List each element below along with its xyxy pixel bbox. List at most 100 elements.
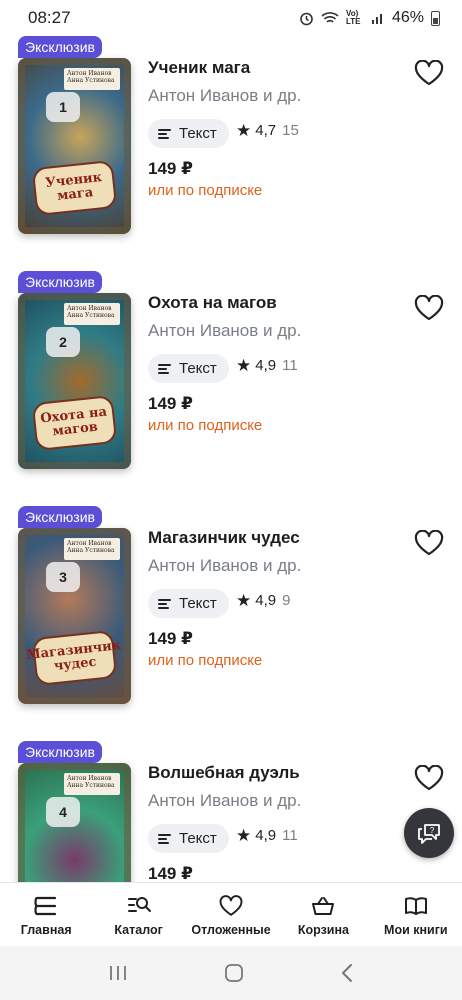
book-card[interactable]: Эксклюзив Антон Иванов Анна Устинова 1 У… bbox=[0, 36, 462, 271]
exclusive-badge: Эксклюзив bbox=[18, 271, 102, 293]
nav-label: Каталог bbox=[114, 923, 163, 937]
book-card[interactable]: Эксклюзив Антон Иванов Анна Устинова 2 О… bbox=[0, 271, 462, 506]
recent-apps-icon[interactable] bbox=[108, 964, 128, 982]
book-title[interactable]: Волшебная дуэль bbox=[148, 763, 300, 783]
price: 149 ₽ bbox=[148, 629, 193, 648]
book-card[interactable]: Эксклюзив Антон Иванов Анна Устинова 4 В… bbox=[0, 741, 462, 882]
heart-icon bbox=[219, 895, 243, 916]
nav-favorites[interactable]: Отложенные bbox=[185, 883, 277, 946]
network-type: Vo) LTE bbox=[345, 9, 361, 26]
book-title[interactable]: Магазинчик чудес bbox=[148, 528, 300, 548]
format-chip: Текст bbox=[148, 824, 229, 853]
star-icon: ★ bbox=[236, 591, 252, 610]
text-format-icon bbox=[158, 128, 171, 139]
format-label: Текст bbox=[179, 125, 217, 142]
favorite-heart-icon[interactable] bbox=[414, 295, 444, 321]
review-count: 9 bbox=[282, 592, 291, 609]
book-cover[interactable]: Антон Иванов Анна Устинова 4 bbox=[18, 763, 131, 882]
exclusive-badge: Эксклюзив bbox=[18, 741, 102, 763]
wifi-icon bbox=[321, 12, 339, 23]
star-icon: ★ bbox=[236, 826, 252, 845]
status-time: 08:27 bbox=[28, 8, 71, 27]
price: 149 ₽ bbox=[148, 864, 193, 882]
home-stack-icon bbox=[34, 896, 57, 916]
text-format-icon bbox=[158, 833, 171, 844]
nav-my-books[interactable]: Мои книги bbox=[370, 883, 462, 946]
book-cover[interactable]: Антон Иванов Анна Устинова 1 Ученик мага bbox=[18, 58, 131, 234]
star-icon: ★ bbox=[236, 121, 252, 140]
basket-icon bbox=[312, 897, 335, 915]
svg-text:?: ? bbox=[430, 826, 435, 835]
home-icon[interactable] bbox=[224, 963, 244, 983]
exclusive-badge: Эксклюзив bbox=[18, 36, 102, 58]
cover-authors: Антон Иванов Анна Устинова bbox=[64, 68, 120, 90]
rating-value: 4,9 bbox=[255, 357, 277, 374]
bottom-navigation: Главная Каталог Отложенные Корзина Мои к… bbox=[0, 882, 462, 946]
text-format-icon bbox=[158, 598, 171, 609]
nav-catalog[interactable]: Каталог bbox=[92, 883, 184, 946]
cover-authors: Антон Иванов Анна Устинова bbox=[64, 303, 120, 325]
chat-question-icon: ? bbox=[418, 824, 440, 844]
review-count: 15 bbox=[282, 122, 299, 139]
review-count: 11 bbox=[282, 357, 298, 374]
book-title[interactable]: Охота на магов bbox=[148, 293, 277, 313]
nav-label: Мои книги bbox=[384, 923, 448, 937]
rank-badge: 4 bbox=[46, 797, 80, 827]
format-label: Текст bbox=[179, 360, 217, 377]
book-cover[interactable]: Антон Иванов Анна Устинова 3 Магазинчик … bbox=[18, 528, 131, 704]
status-icons: Vo) LTE 46% bbox=[299, 9, 440, 27]
nav-label: Отложенные bbox=[191, 923, 271, 937]
status-bar: 08:27 Vo) LTE 46% bbox=[0, 0, 462, 36]
rating: ★ 4,9 9 bbox=[236, 592, 290, 609]
cover-authors: Антон Иванов Анна Устинова bbox=[64, 773, 120, 795]
book-author[interactable]: Антон Иванов и др. bbox=[148, 86, 301, 106]
rating: ★ 4,9 11 bbox=[236, 357, 298, 374]
book-author[interactable]: Антон Иванов и др. bbox=[148, 791, 301, 811]
book-card[interactable]: Эксклюзив Антон Иванов Анна Устинова 3 М… bbox=[0, 506, 462, 741]
favorite-heart-icon[interactable] bbox=[414, 60, 444, 86]
nav-cart[interactable]: Корзина bbox=[277, 883, 369, 946]
nav-label: Главная bbox=[20, 923, 72, 937]
price: 149 ₽ bbox=[148, 394, 193, 413]
subscription-link[interactable]: или по подписке bbox=[148, 652, 262, 669]
book-cover[interactable]: Антон Иванов Анна Устинова 2 Охота на ма… bbox=[18, 293, 131, 469]
rank-badge: 2 bbox=[46, 327, 80, 357]
format-label: Текст bbox=[179, 595, 217, 612]
rank-badge: 1 bbox=[46, 92, 80, 122]
book-title[interactable]: Ученик мага bbox=[148, 58, 250, 78]
rating: ★ 4,7 15 bbox=[236, 122, 299, 139]
rating-value: 4,7 bbox=[255, 122, 277, 139]
favorite-heart-icon[interactable] bbox=[414, 765, 444, 791]
subscription-link[interactable]: или по подписке bbox=[148, 417, 262, 434]
star-icon: ★ bbox=[236, 356, 252, 375]
review-count: 11 bbox=[282, 827, 298, 844]
format-chip: Текст bbox=[148, 119, 229, 148]
rank-badge: 3 bbox=[46, 562, 80, 592]
format-chip: Текст bbox=[148, 354, 229, 383]
support-chat-button[interactable]: ? bbox=[404, 808, 454, 858]
catalog-search-icon bbox=[127, 897, 151, 912]
nav-home[interactable]: Главная bbox=[0, 883, 92, 946]
favorite-heart-icon[interactable] bbox=[414, 530, 444, 556]
rating-value: 4,9 bbox=[255, 592, 277, 609]
format-chip: Текст bbox=[148, 589, 229, 618]
nav-label: Корзина bbox=[297, 923, 349, 937]
signal-icon bbox=[371, 14, 382, 24]
alarm-icon bbox=[300, 12, 313, 25]
battery-percent: 46% bbox=[391, 9, 424, 26]
cover-title: Ученик мага bbox=[31, 159, 118, 217]
rating: ★ 4,9 11 bbox=[236, 827, 298, 844]
cover-title: Магазинчик чудес bbox=[26, 629, 122, 687]
text-format-icon bbox=[158, 363, 171, 374]
cover-title: Охота на магов bbox=[31, 394, 118, 452]
book-author[interactable]: Антон Иванов и др. bbox=[148, 321, 301, 341]
system-navigation-bar bbox=[0, 946, 462, 1000]
book-author[interactable]: Антон Иванов и др. bbox=[148, 556, 301, 576]
format-label: Текст bbox=[179, 830, 217, 847]
open-book-icon bbox=[404, 897, 427, 915]
subscription-link[interactable]: или по подписке bbox=[148, 182, 262, 199]
back-icon[interactable] bbox=[340, 963, 354, 983]
battery-icon bbox=[431, 10, 440, 26]
exclusive-badge: Эксклюзив bbox=[18, 506, 102, 528]
book-list: Эксклюзив Антон Иванов Анна Устинова 1 У… bbox=[0, 36, 462, 882]
